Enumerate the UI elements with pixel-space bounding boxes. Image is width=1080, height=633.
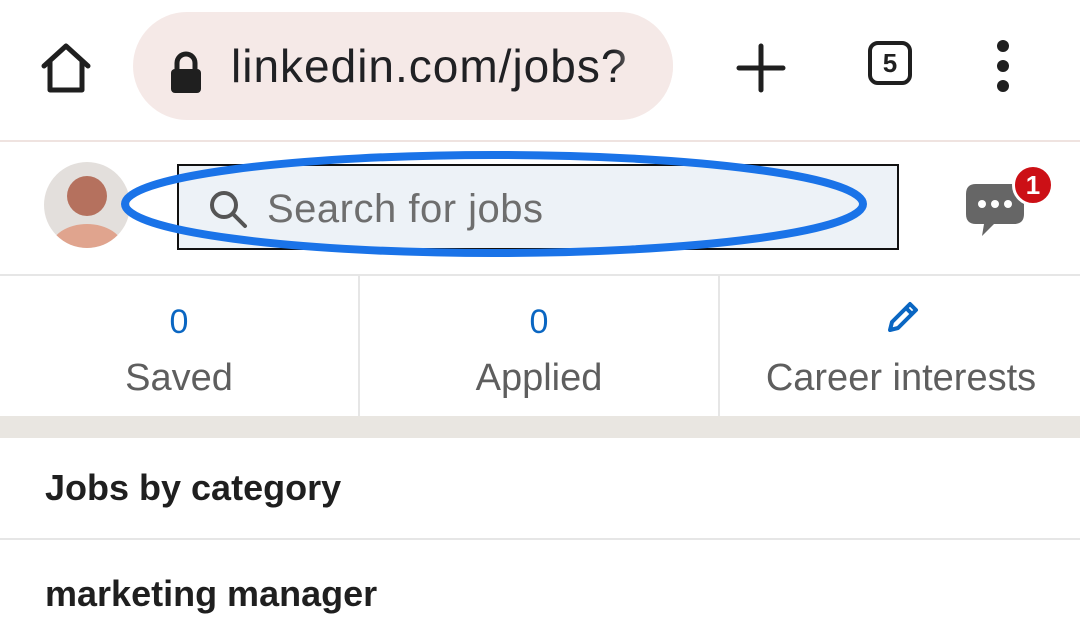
linkedin-header: Search for jobs 1 bbox=[0, 142, 1080, 276]
search-icon bbox=[210, 191, 247, 228]
more-vert-icon bbox=[997, 40, 1009, 92]
home-icon bbox=[41, 43, 91, 93]
applied-label: Applied bbox=[475, 357, 603, 399]
browser-menu-button[interactable] bbox=[990, 38, 1016, 94]
avatar[interactable] bbox=[44, 162, 130, 248]
search-placeholder: Search for jobs bbox=[267, 187, 544, 231]
saved-count: 0 bbox=[169, 303, 189, 341]
address-bar[interactable]: linkedin.com/jobs? bbox=[133, 12, 673, 120]
career-interests-label: Career interests bbox=[765, 357, 1037, 399]
saved-jobs-tab[interactable]: 0 Saved bbox=[0, 276, 360, 416]
list-item-jobs-by-category[interactable]: Jobs by category bbox=[0, 438, 1080, 540]
section-divider bbox=[0, 416, 1080, 438]
url-fade bbox=[613, 12, 673, 120]
list-item-label: marketing manager bbox=[45, 573, 378, 614]
avatar-image bbox=[51, 176, 123, 248]
new-tab-button[interactable] bbox=[735, 42, 787, 94]
plus-icon bbox=[736, 43, 786, 93]
applied-jobs-tab[interactable]: 0 Applied bbox=[360, 276, 720, 416]
home-button[interactable] bbox=[36, 40, 96, 96]
pencil-icon bbox=[888, 302, 918, 332]
list-item-marketing-manager[interactable]: marketing manager bbox=[0, 540, 1080, 633]
search-input[interactable]: Search for jobs bbox=[177, 164, 899, 250]
tab-switcher-button[interactable]: 5 bbox=[868, 41, 912, 85]
saved-label: Saved bbox=[125, 357, 233, 399]
url-text: linkedin.com/jobs? bbox=[231, 40, 628, 92]
career-interests-tab[interactable]: Career interests bbox=[722, 276, 1080, 416]
lock-icon bbox=[171, 51, 201, 93]
list-item-label: Jobs by category bbox=[45, 467, 342, 508]
applied-count: 0 bbox=[529, 303, 549, 341]
job-stats-row: 0 Saved 0 Applied Career interests bbox=[0, 276, 1080, 416]
screen: linkedin.com/jobs? 5 Search for jobs 1 0… bbox=[0, 0, 1080, 633]
notification-badge: 1 bbox=[1012, 164, 1054, 206]
browser-toolbar: linkedin.com/jobs? 5 bbox=[0, 0, 1080, 142]
